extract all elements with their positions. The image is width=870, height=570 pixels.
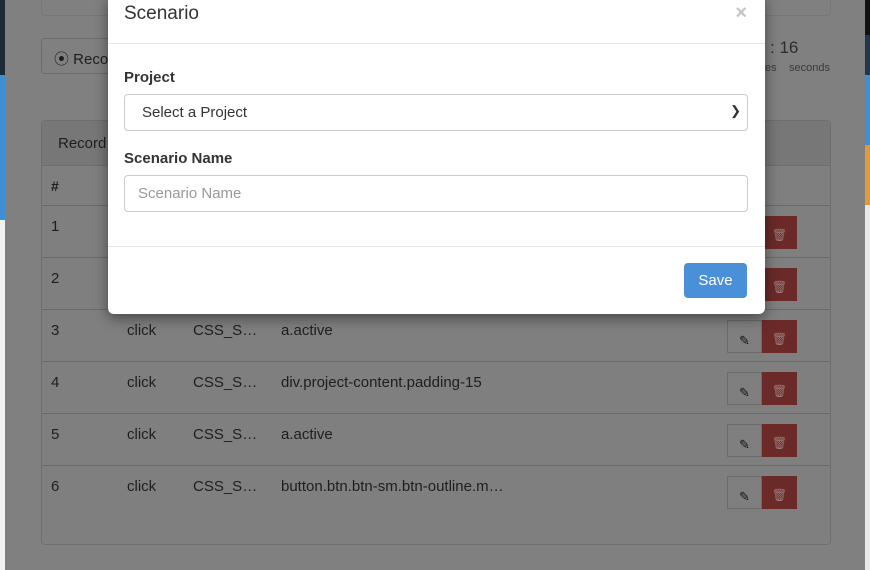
cell-action: click (127, 426, 157, 443)
cell-action: click (127, 478, 157, 495)
delete-button[interactable]: 🗑 (762, 372, 797, 405)
cell-num: 2 (51, 270, 60, 287)
cell-num: 4 (51, 374, 60, 391)
cell-selector: a.active (281, 322, 333, 339)
save-button[interactable]: Save (684, 263, 747, 298)
cell-type: CSS_S… (193, 322, 258, 339)
trash-icon: 🗑 (771, 384, 788, 398)
cell-selector: div.project-content.padding-15 (281, 374, 482, 391)
trash-icon: 🗑 (771, 280, 788, 294)
scenario-name-input[interactable] (124, 175, 748, 212)
cell-selector: a.active (281, 426, 333, 443)
pencil-icon: ✎ (739, 333, 750, 348)
timer-seconds-label: seconds (789, 62, 830, 74)
cell-num: 6 (51, 478, 60, 495)
modal-title: Scenario (124, 3, 199, 24)
delete-button[interactable]: 🗑 (762, 320, 797, 353)
table-row: 5 click CSS_S… a.active ✎ 🗑 (42, 414, 830, 466)
record-icon: ⦿ (54, 51, 74, 68)
chevron-down-icon: ❯ (730, 103, 741, 118)
cell-num: 1 (51, 218, 60, 235)
trash-icon: 🗑 (771, 228, 788, 242)
cell-selector: button.btn.btn-sm.btn-outline.m… (281, 478, 504, 495)
cell-num: 3 (51, 322, 60, 339)
trash-icon: 🗑 (771, 436, 788, 450)
cell-num: 5 (51, 426, 60, 443)
delete-button[interactable]: 🗑 (762, 424, 797, 457)
project-selected: Select a Project (142, 104, 248, 121)
cell-action: click (127, 374, 157, 391)
timer-minutes-label: es (765, 62, 777, 74)
edit-button[interactable]: ✎ (727, 424, 762, 457)
timer-value: : 16 (770, 38, 799, 57)
cell-type: CSS_S… (193, 426, 258, 443)
table-row: 6 click CSS_S… button.btn.btn-sm.btn-outlin… (42, 466, 830, 518)
cell-type: CSS_S… (193, 374, 258, 391)
delete-button[interactable]: 🗑 (762, 268, 797, 301)
right-window-edge (865, 0, 870, 570)
scenario-modal: Scenario × Project Select a Project ❯ Sce… (108, 0, 765, 314)
cell-type: CSS_S… (193, 478, 258, 495)
left-window-edge (0, 0, 5, 570)
close-icon[interactable]: × (735, 2, 747, 25)
cell-action: click (127, 322, 157, 339)
project-label: Project (124, 69, 175, 86)
pencil-icon: ✎ (739, 385, 750, 400)
delete-button[interactable]: 🗑 (762, 476, 797, 509)
pencil-icon: ✎ (739, 437, 750, 452)
edit-button[interactable]: ✎ (727, 372, 762, 405)
table-row: 4 click CSS_S… div.project-content.padding-… (42, 362, 830, 414)
edit-button[interactable]: ✎ (727, 476, 762, 509)
project-select[interactable]: Select a Project ❯ (124, 94, 748, 131)
table-row: 3 click CSS_S… a.active ✎ 🗑 (42, 310, 830, 362)
trash-icon: 🗑 (771, 332, 788, 346)
edit-button[interactable]: ✎ (727, 320, 762, 353)
delete-button[interactable]: 🗑 (762, 216, 797, 249)
trash-icon: 🗑 (771, 488, 788, 502)
pencil-icon: ✎ (739, 489, 750, 504)
record-label: Reco (73, 51, 109, 68)
modal-footer-divider (108, 246, 765, 247)
scenario-name-label: Scenario Name (124, 150, 233, 167)
